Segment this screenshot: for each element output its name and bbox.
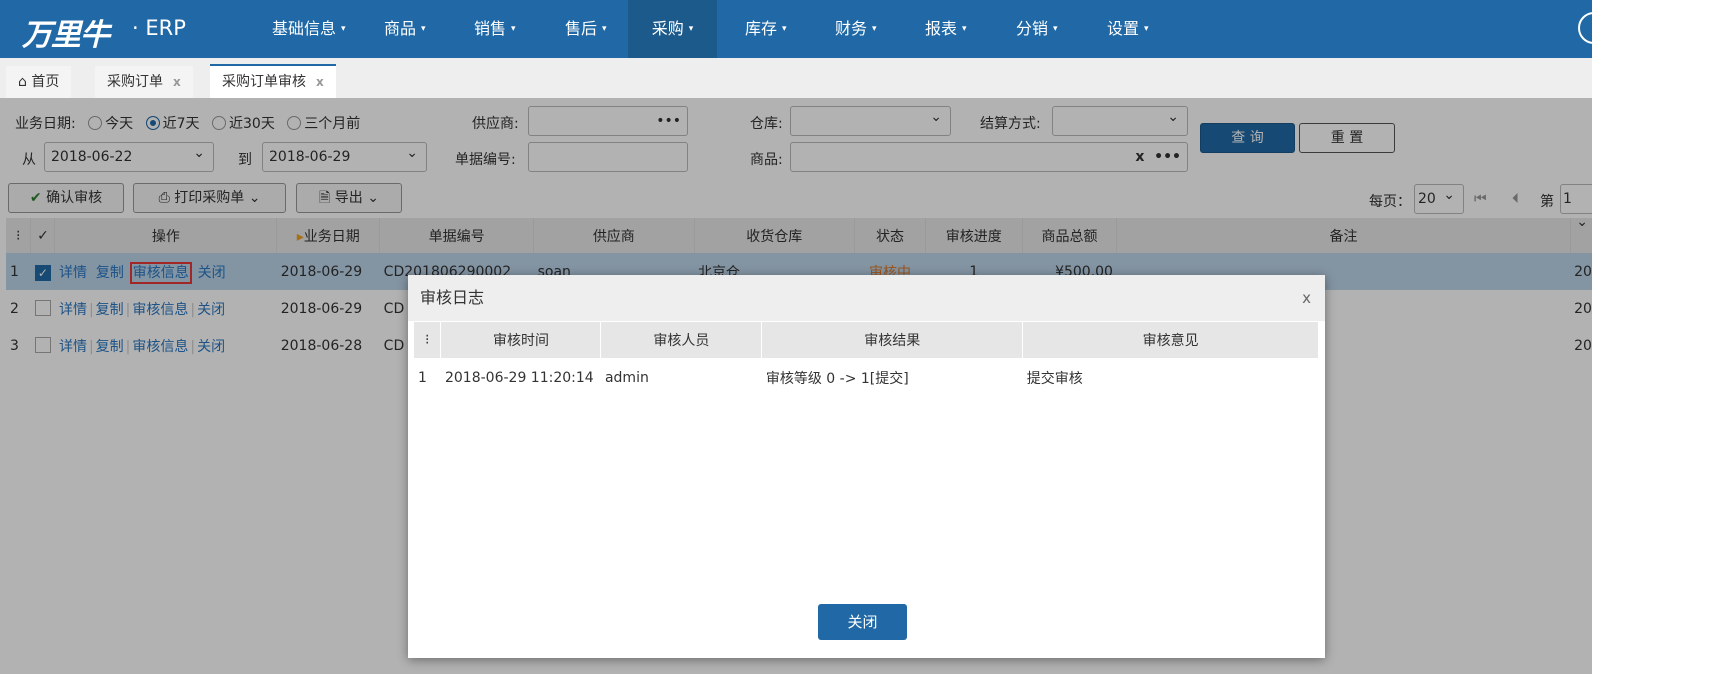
audit-log-table: ⁝ 审核时间 审核人员 审核结果 审核意见 1 2018-06-29 11:20… <box>414 322 1319 398</box>
col-audit-time: 审核时间 <box>440 322 602 358</box>
tab-purchase-order-audit[interactable]: 采购订单审核 x <box>210 64 336 98</box>
tab-bar: ⌂ 首页 采购订单 x 采购订单审核 x <box>0 58 1592 98</box>
table-row: 1 2018-06-29 11:20:14 admin 审核等级 0 -> 1[… <box>414 358 1319 398</box>
audit-log-dialog: 审核日志 x ⁝ 审核时间 审核人员 审核结果 审核意见 1 2018-06-2… <box>408 275 1325 658</box>
nav-basic-info[interactable]: 基础信息 ▾ <box>258 0 360 58</box>
nav-finance[interactable]: 财务 ▾ <box>821 0 891 58</box>
nav-reports[interactable]: 报表 ▾ <box>911 0 981 58</box>
close-tab-icon[interactable]: x <box>316 75 324 89</box>
nav-after-sales[interactable]: 售后 ▾ <box>551 0 621 58</box>
dialog-title: 审核日志 <box>408 275 1325 321</box>
row-time: 2018-06-29 11:20:14 <box>444 370 594 386</box>
tab-home[interactable]: ⌂ 首页 <box>6 66 72 98</box>
close-tab-icon[interactable]: x <box>173 75 181 89</box>
col-auditor: 审核人员 <box>600 322 763 358</box>
table-header: ⁝ 审核时间 审核人员 审核结果 审核意见 <box>414 322 1319 358</box>
nav-sales[interactable]: 销售 ▾ <box>460 0 530 58</box>
tab-purchase-order[interactable]: 采购订单 x <box>95 66 193 98</box>
col-menu-icon[interactable]: ⁝ <box>414 322 442 358</box>
nav-inventory[interactable]: 库存 ▾ <box>731 0 801 58</box>
row-user: admin <box>604 370 649 386</box>
row-opinion: 提交审核 <box>1026 371 1083 387</box>
row-result: 审核等级 0 -> 1[提交] <box>765 371 909 387</box>
col-audit-result: 审核结果 <box>761 322 1024 358</box>
logo: 万里牛 <box>22 19 110 52</box>
nav-settings[interactable]: 设置 ▾ <box>1093 0 1163 58</box>
nav-purchase[interactable]: 采购 ▾ <box>628 0 717 58</box>
erp-app: 万里牛 · ERP 基础信息 ▾ 商品 ▾ 销售 ▾ 售后 ▾ 采购 ▾ 库存 ▾ 财务 ▾ … <box>0 0 1592 674</box>
nav-products[interactable]: 商品 ▾ <box>370 0 440 58</box>
close-button[interactable]: 关闭 <box>818 604 907 640</box>
user-avatar-icon[interactable] <box>1578 12 1592 44</box>
col-audit-opinion: 审核意见 <box>1022 322 1319 358</box>
logo-erp: · ERP <box>132 16 186 40</box>
top-nav: 万里牛 · ERP 基础信息 ▾ 商品 ▾ 销售 ▾ 售后 ▾ 采购 ▾ 库存 ▾ 财务 ▾ … <box>0 0 1592 58</box>
close-icon[interactable]: x <box>1302 275 1311 321</box>
nav-distribution[interactable]: 分销 ▾ <box>1002 0 1072 58</box>
row-index: 1 <box>418 370 427 386</box>
home-icon: ⌂ <box>18 74 32 90</box>
